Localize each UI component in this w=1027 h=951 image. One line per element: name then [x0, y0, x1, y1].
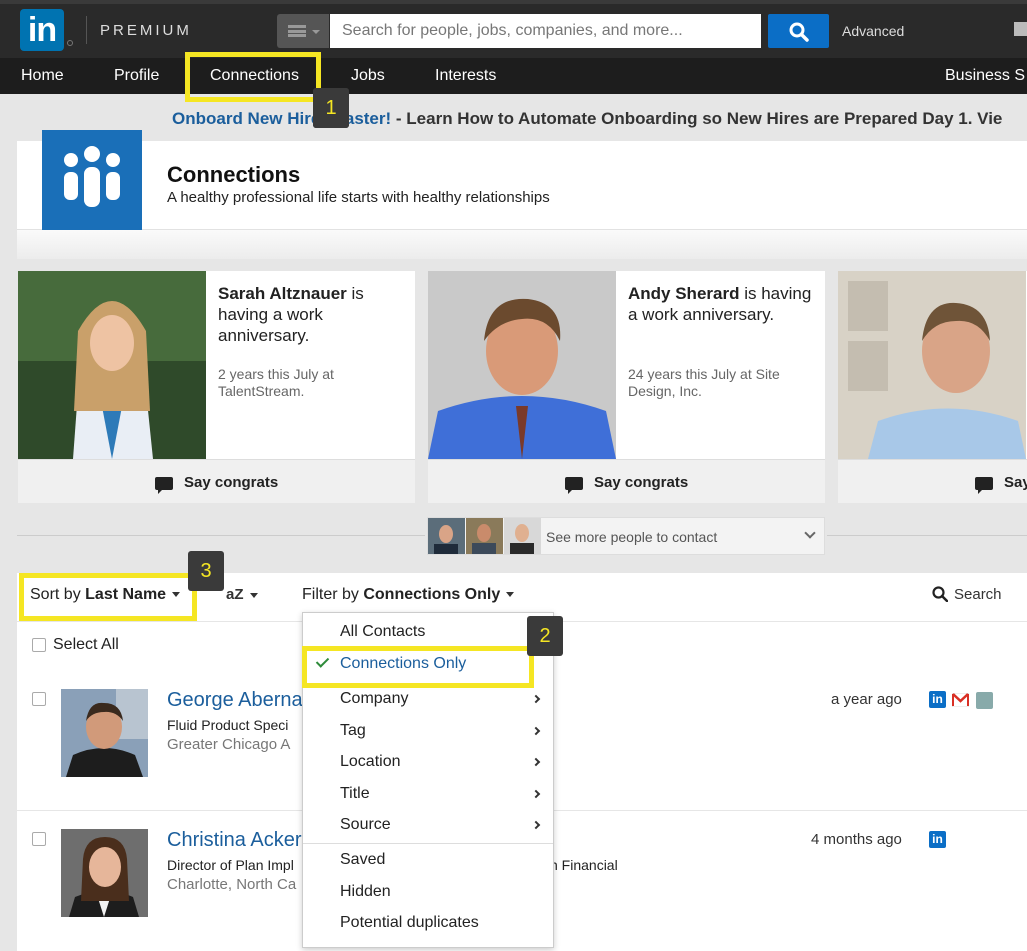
people-icon: [64, 146, 120, 207]
sponsored-banner[interactable]: Onboard New Hires Faster! - Learn How to…: [172, 109, 1002, 129]
connections-logo: [42, 130, 142, 230]
ad-text: - Learn How to Automate Onboarding so Ne…: [391, 109, 1003, 128]
profile-photo[interactable]: [428, 271, 616, 459]
contact-location: Greater Chicago A: [167, 736, 291, 753]
anniversary-card: Sarah Altznauer is having a work anniver…: [18, 271, 415, 503]
filter-option-all-contacts[interactable]: All Contacts: [340, 623, 425, 641]
search-button[interactable]: [768, 14, 829, 48]
ad-link[interactable]: Onboard New Hires Faster!: [172, 109, 391, 128]
filter-option-location[interactable]: Location: [340, 753, 401, 771]
chevron-down-icon: [804, 527, 816, 539]
see-more-people-button[interactable]: See more people to contact: [427, 517, 825, 555]
profile-photo[interactable]: [838, 271, 1026, 459]
contact-title: Director of Plan Impl: [167, 857, 294, 873]
nav-interests[interactable]: Interests: [435, 67, 496, 85]
filter-option-tag[interactable]: Tag: [340, 722, 366, 740]
filter-option-saved[interactable]: Saved: [340, 851, 385, 869]
gmail-icon[interactable]: [952, 693, 969, 707]
page-title: Connections: [167, 162, 301, 187]
nav-business[interactable]: Business S: [945, 67, 1025, 85]
filter-option-potential-duplicates[interactable]: Potential duplicates: [340, 914, 479, 932]
say-congrats-button[interactable]: Say congrats: [428, 459, 825, 503]
nav-home[interactable]: Home: [21, 67, 64, 85]
address-book-icon[interactable]: [976, 692, 993, 709]
profile-photo[interactable]: [18, 271, 206, 459]
anniversary-text: Sarah Altznauer is having a work anniver…: [218, 283, 408, 346]
contact-name[interactable]: George Aberna: [167, 689, 303, 712]
contact-name[interactable]: Christina Acker: [167, 829, 302, 852]
divider: [17, 535, 425, 536]
linkedin-message-icon[interactable]: in: [929, 831, 946, 848]
step-badge-3: 3: [188, 551, 224, 591]
step-badge-2: 2: [527, 616, 563, 656]
anniversary-card: Andy Sherard is having a work anniversar…: [428, 271, 825, 503]
say-congrats-button[interactable]: Say congrats: [18, 459, 415, 503]
chat-bubble-icon: [155, 477, 173, 494]
select-all-label[interactable]: Select All: [53, 636, 119, 654]
premium-label: PREMIUM: [100, 22, 192, 39]
say-congrats-label: Say congrats: [184, 474, 279, 491]
filter-option-source[interactable]: Source: [340, 816, 391, 834]
highlight-sort: [19, 573, 197, 621]
linkedin-logo[interactable]: in: [20, 9, 64, 51]
filter-option-hidden[interactable]: Hidden: [340, 883, 391, 901]
chat-bubble-icon: [565, 477, 583, 494]
filter-dropdown[interactable]: Filter by Connections Only: [302, 586, 515, 604]
divider: [86, 16, 87, 44]
people-thumbnails: [428, 518, 541, 554]
sort-order-dropdown[interactable]: aZ: [226, 586, 258, 603]
advanced-search-link[interactable]: Advanced: [842, 23, 904, 39]
nav-profile[interactable]: Profile: [114, 67, 159, 85]
select-all-checkbox[interactable]: [32, 638, 46, 652]
say-congrats-label: Say congrats: [594, 474, 689, 491]
contact-location: Charlotte, North Ca: [167, 876, 297, 893]
filter-value: Connections Only: [363, 586, 501, 603]
person-name[interactable]: Sarah Altznauer: [218, 284, 347, 303]
see-more-label: See more people to contact: [546, 529, 718, 545]
contact-photo[interactable]: [61, 829, 148, 917]
filter-prefix: Filter by: [302, 586, 364, 603]
caret-down-icon: [506, 592, 515, 598]
mail-icon[interactable]: [1014, 22, 1027, 36]
divider: [827, 535, 1027, 536]
person-name[interactable]: Andy Sherard: [628, 284, 739, 303]
menu-icon: [288, 25, 306, 37]
highlight-connections-only: [302, 646, 534, 688]
say-congrats-button[interactable]: Say: [838, 459, 1027, 503]
contact-timestamp: 4 months ago: [811, 831, 902, 848]
contacts-search-button[interactable]: Search: [932, 586, 1002, 603]
linkedin-message-icon[interactable]: in: [929, 691, 946, 708]
registered-mark: [67, 40, 73, 46]
highlight-connections: [185, 52, 321, 102]
anniversary-card: Say: [838, 271, 1027, 503]
caret-down-icon: [312, 30, 320, 34]
filter-option-company[interactable]: Company: [340, 690, 408, 708]
filter-option-title[interactable]: Title: [340, 785, 370, 803]
search-input[interactable]: [330, 14, 761, 48]
page-subtitle: A healthy professional life starts with …: [167, 189, 550, 206]
search-label: Search: [954, 586, 1002, 603]
contact-timestamp: a year ago: [831, 691, 902, 708]
anniversary-detail: 2 years this July at TalentStream.: [218, 366, 334, 399]
menu-separator: [303, 843, 553, 844]
contact-checkbox[interactable]: [32, 692, 46, 706]
search-category-menu[interactable]: [277, 14, 329, 48]
contact-checkbox[interactable]: [32, 832, 46, 846]
chat-bubble-icon: [975, 477, 993, 494]
search-icon: [932, 586, 949, 603]
say-congrats-label: Say: [1004, 474, 1027, 491]
contact-photo[interactable]: [61, 689, 148, 777]
anniversary-detail: 24 years this July at Site Design, Inc.: [628, 366, 780, 399]
search-icon: [789, 22, 809, 42]
caret-down-icon: [249, 592, 258, 598]
contact-title: Fluid Product Speci: [167, 717, 289, 733]
step-badge-1-overlay: 1: [313, 88, 349, 128]
anniversary-text: Andy Sherard is having a work anniversar…: [628, 283, 818, 325]
nav-jobs[interactable]: Jobs: [351, 67, 385, 85]
contact-title-continued: n Financial: [550, 857, 618, 873]
sort-order-value: aZ: [226, 586, 244, 603]
header-band: [17, 229, 1027, 259]
